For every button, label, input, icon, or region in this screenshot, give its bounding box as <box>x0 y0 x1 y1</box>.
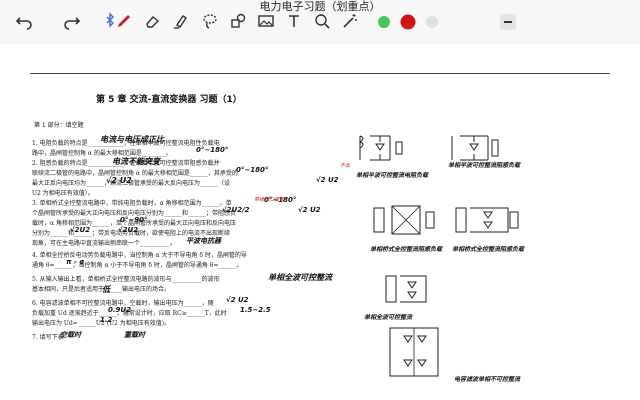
handwritten-answer: 单相全波可控整流 <box>268 273 332 282</box>
chapter-title: 第 5 章 交流-直流变换器 习题（1） <box>96 95 242 105</box>
question-line: U2 为相电压有效值）。 <box>32 190 94 197</box>
circuit-caption: 单相桥式全控整流阻感负载 <box>370 246 443 253</box>
question-line: 5. 从输入输出上看，单相桥式全控整流电路的波形与__________的波形 <box>32 276 220 283</box>
handwritten-answer: 0°~90° <box>120 216 148 224</box>
question-line: 基本相同，只是后者适用于______输出电压的场合。 <box>32 286 171 293</box>
undo-icon[interactable] <box>14 11 34 31</box>
circuit-caption: 单相半波可控整流阻感负载 <box>448 162 521 169</box>
question-line: 通角 θ=______；当控制角 α 小于不导电角 δ 时，晶闸管的导通角 θ=… <box>32 262 243 269</box>
handwritten-answer: 1.2 <box>100 316 113 324</box>
handwritten-answer: √2 U2 <box>106 176 132 185</box>
magic-wand-icon[interactable] <box>340 11 360 31</box>
color-red-swatch[interactable] <box>402 16 414 28</box>
question-line: 现象，可在主电路中直流输出侧串联一个__________。 <box>32 240 177 247</box>
highlighter-icon[interactable] <box>170 11 190 31</box>
lasso-icon[interactable] <box>200 11 220 31</box>
question-line: 4. 单相全控桥反电动势负载电路中，当控制角 α 大于不导电角 δ 时，晶闸管的… <box>32 252 247 259</box>
circuit-diagram <box>452 200 522 240</box>
section-title: 第 1 部分：填空题 <box>34 122 84 129</box>
pen-icon[interactable] <box>114 11 134 31</box>
handwritten-answer: 0.9U2 <box>108 306 131 314</box>
handwritten-answer: √2 U2 <box>316 176 339 184</box>
question-line: 联续流二极管的电路中，晶闸管控制角 α 的最大移相范围是______，其承受的 <box>32 170 238 177</box>
handwritten-answer: 平波电抗器 <box>186 237 221 245</box>
handwritten-answer: 电流与电压成正比 <box>100 135 164 144</box>
handwritten-answer: √2 U2 <box>298 206 321 214</box>
line-width-button[interactable] <box>500 14 516 30</box>
color-green-swatch[interactable] <box>378 16 390 28</box>
handwritten-answer: 0°~180° <box>196 146 229 154</box>
handwritten-note: 空载时 <box>60 331 81 339</box>
handwritten-answer: 电流不能突变 <box>112 157 160 166</box>
toolbar <box>0 8 640 38</box>
shapes-icon[interactable] <box>228 11 248 31</box>
app-header: 电力电子习题（划重点） <box>0 0 640 42</box>
text-icon[interactable] <box>284 11 304 31</box>
handwritten-note: 带续流二极管 <box>254 197 285 203</box>
handwritten-answer: √2 U2 <box>226 296 249 304</box>
handwritten-answer: π - α <box>66 258 85 266</box>
circuit-diagram <box>382 270 438 308</box>
handwritten-answer: 1.5~2.5 <box>240 306 271 314</box>
handwritten-answer: 低 <box>102 285 110 294</box>
question-line: 3. 单相桥式全控整流电路中，带纯电阻负载时，α 角移相范围为______，单 <box>32 200 232 207</box>
circuit-caption: 单相全波可控整流 <box>364 314 413 321</box>
eraser-icon[interactable] <box>142 11 162 31</box>
circuit-diagram <box>384 322 444 382</box>
circuit-caption: 单相半波可控整流电阻负载 <box>356 172 429 179</box>
handwritten-answer: √2U2 <box>118 226 139 234</box>
color-gray-swatch[interactable] <box>426 16 438 28</box>
handwritten-answer: 0°~180° <box>236 166 269 174</box>
image-icon[interactable] <box>256 11 276 31</box>
question-line: 7. 填写下表 <box>32 334 64 341</box>
handwritten-note: 不会 <box>340 163 351 169</box>
handwritten-answer: √2U2/2 <box>222 206 250 214</box>
handwritten-note: 重载时 <box>124 331 145 339</box>
circuit-caption: 单相桥式全控整流阻感负载 <box>452 246 525 253</box>
circuit-caption: 电容滤波单相不可控整流 <box>454 376 521 383</box>
handwritten-answer: √2U2 <box>70 226 91 234</box>
circuit-diagram <box>356 128 416 168</box>
page-rule <box>30 73 610 74</box>
zoom-icon[interactable] <box>312 11 332 31</box>
circuit-diagram <box>370 200 440 240</box>
redo-icon[interactable] <box>62 11 82 31</box>
